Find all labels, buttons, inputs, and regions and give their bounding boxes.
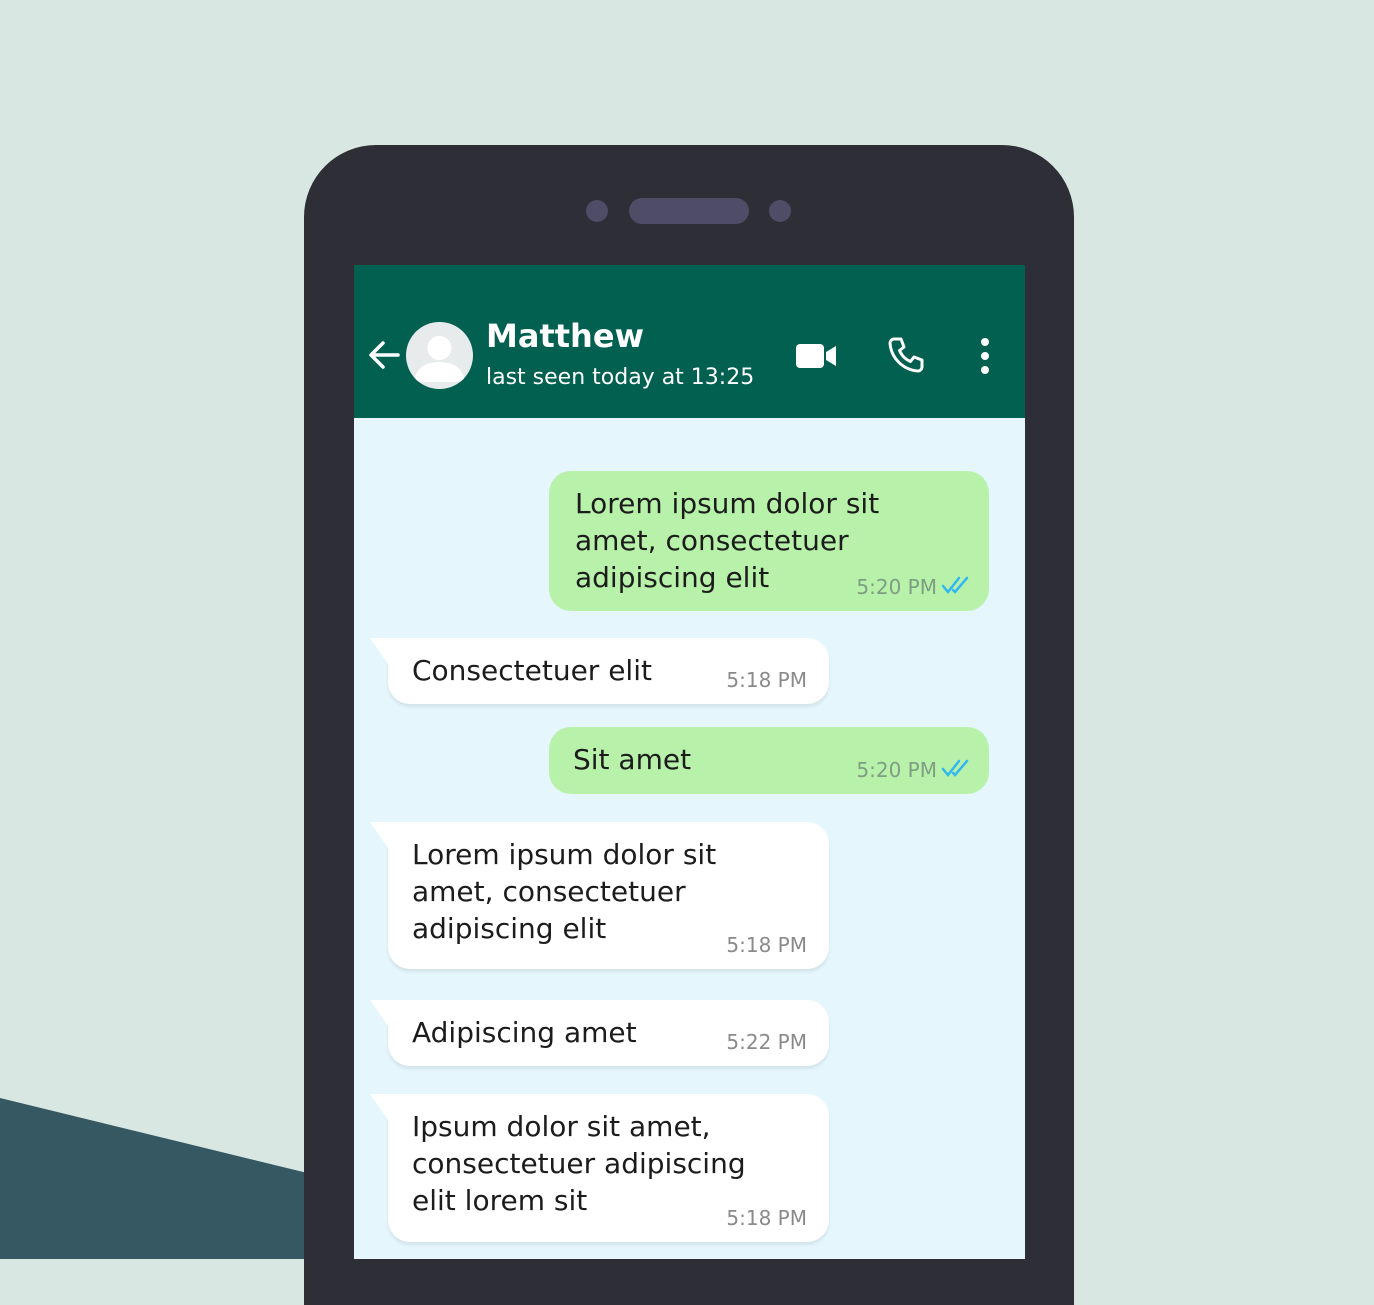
message-text: Consectetuer elit (412, 654, 652, 687)
sensor-dot (769, 200, 791, 222)
message-bubble-incoming[interactable]: Adipiscing amet 5:22 PM (370, 1000, 829, 1066)
avatar[interactable] (406, 322, 473, 389)
message-text: Lorem ipsum dolor sit amet, consectetuer… (575, 487, 880, 594)
message-bubble-outgoing[interactable]: Lorem ipsum dolor sit amet, consectetuer… (549, 471, 989, 611)
message-bubble-incoming[interactable]: Ipsum dolor sit amet, consectetuer adipi… (370, 1094, 829, 1242)
back-arrow-icon[interactable] (366, 337, 402, 373)
message-bubble-incoming[interactable]: Consectetuer elit 5:18 PM (370, 638, 829, 704)
message-time: 5:18 PM (726, 668, 807, 692)
double-check-icon (941, 759, 969, 777)
background-wedge (0, 1098, 330, 1259)
more-vertical-icon[interactable] (972, 337, 998, 375)
contact-name[interactable]: Matthew (486, 317, 644, 355)
message-time: 5:18 PM (726, 933, 807, 957)
earpiece-speaker (629, 198, 749, 224)
message-text: Adipiscing amet (412, 1016, 637, 1049)
message-text: Ipsum dolor sit amet, consectetuer adipi… (412, 1110, 746, 1217)
message-bubble-outgoing[interactable]: Sit amet 5:20 PM (549, 727, 989, 794)
double-check-icon (941, 576, 969, 594)
message-time: 5:20 PM (856, 758, 937, 782)
chat-screen: Matthew last seen today at 13:25 Lorem i… (354, 265, 1025, 1259)
message-time: 5:20 PM (856, 575, 937, 599)
avatar-icon (414, 336, 465, 382)
message-time: 5:22 PM (726, 1030, 807, 1054)
video-camera-icon[interactable] (794, 341, 838, 371)
message-bubble-incoming[interactable]: Lorem ipsum dolor sit amet, consectetuer… (370, 822, 829, 969)
message-text: Lorem ipsum dolor sit amet, consectetuer… (412, 838, 717, 945)
last-seen-status: last seen today at 13:25 (486, 365, 755, 390)
front-camera-dot (586, 200, 608, 222)
message-text: Sit amet (573, 743, 692, 776)
message-time: 5:18 PM (726, 1206, 807, 1230)
phone-icon[interactable] (886, 335, 926, 375)
chat-header: Matthew last seen today at 13:25 (354, 265, 1025, 418)
